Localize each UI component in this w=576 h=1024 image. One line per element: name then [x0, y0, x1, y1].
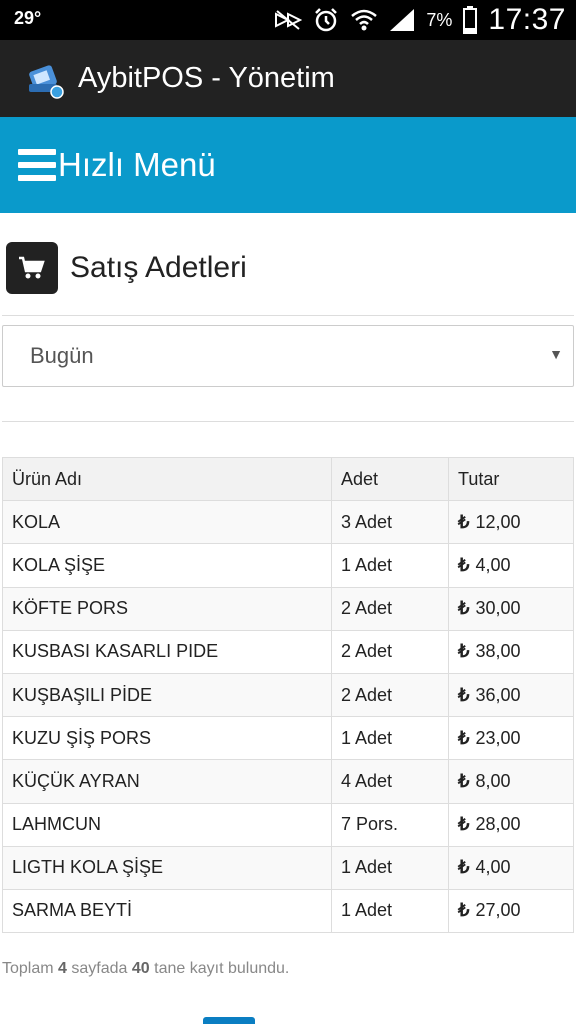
- amount-cell: ₺ 36,00: [448, 672, 574, 718]
- clock-time: 17:37: [488, 3, 566, 36]
- amount-cell: ₺ 30,00: [448, 586, 574, 631]
- quick-menu-title[interactable]: Hızlı Menü: [58, 146, 216, 184]
- quantity-cell: 3 Adet: [331, 500, 449, 545]
- product-name-cell: KÜÇÜK AYRAN: [2, 759, 332, 804]
- amount-value: 38,00: [475, 641, 521, 662]
- column-header-quantity[interactable]: Adet: [331, 456, 449, 502]
- lira-icon: ₺: [458, 814, 470, 835]
- signal-icon: [388, 6, 416, 34]
- table-row[interactable]: KUSBASI KASARLI PIDE 2 Adet ₺ 38,00: [2, 629, 574, 674]
- temperature-text: 29°: [14, 8, 42, 28]
- amount-value: 4,00: [475, 554, 511, 575]
- amount-cell: ₺ 28,00: [448, 802, 574, 847]
- amount-cell: ₺ 4,00: [448, 845, 574, 890]
- lira-icon: ₺: [458, 900, 470, 921]
- quantity-cell: 1 Adet: [331, 716, 449, 761]
- sales-table: Ürün Adı Adet Tutar KOLA 3 Adet ₺ 12,00 KOLA…: [2, 456, 574, 934]
- product-name-cell: KOLA: [2, 500, 332, 545]
- lira-icon: ₺: [458, 770, 470, 791]
- table-row[interactable]: SARMA BEYTİ 1 Adet ₺ 27,00: [2, 888, 574, 934]
- product-name-cell: LAHMCUN: [2, 802, 332, 847]
- status-bar: 29° 7% 17:37: [0, 0, 576, 40]
- amount-cell: ₺ 38,00: [448, 629, 574, 674]
- divider: [2, 421, 574, 422]
- summary-pages: 4: [58, 960, 67, 977]
- amount-cell: ₺ 4,00: [448, 543, 574, 588]
- product-name-cell: KUSBASI KASARLI PIDE: [2, 629, 332, 674]
- dropdown-arrow-icon: ▼: [549, 347, 563, 363]
- quantity-cell: 2 Adet: [331, 629, 449, 674]
- quick-menu-header: Hızlı Menü: [0, 117, 576, 213]
- amount-cell: ₺ 27,00: [448, 888, 574, 934]
- cart-icon: [6, 242, 58, 294]
- battery-percent: 7%: [426, 9, 453, 30]
- lira-icon: ₺: [458, 684, 470, 705]
- amount-value: 28,00: [475, 814, 521, 835]
- date-range-select[interactable]: Bugün ▼: [2, 325, 574, 387]
- table-row[interactable]: KOLA ŞİŞE 1 Adet ₺ 4,00: [2, 543, 574, 588]
- table-row[interactable]: LIGTH KOLA ŞİŞE 1 Adet ₺ 4,00: [2, 845, 574, 890]
- summary-suffix: tane kayıt bulundu.: [154, 960, 290, 977]
- lira-icon: ₺: [458, 511, 470, 532]
- summary-prefix: Toplam: [2, 960, 54, 977]
- amount-cell: ₺ 23,00: [448, 716, 574, 761]
- product-name-cell: KOLA ŞİŞE: [2, 543, 332, 588]
- table-row[interactable]: KUZU ŞİŞ PORS 1 Adet ₺ 23,00: [2, 716, 574, 761]
- lira-icon: ₺: [458, 857, 470, 878]
- amount-value: 30,00: [475, 598, 521, 619]
- nfc-mute-icon: [274, 6, 303, 34]
- quantity-cell: 1 Adet: [331, 888, 449, 934]
- hamburger-icon[interactable]: [18, 149, 56, 181]
- product-name-cell: LIGTH KOLA ŞİŞE: [2, 845, 332, 890]
- amount-value: 12,00: [475, 511, 521, 532]
- amount-value: 23,00: [475, 727, 521, 748]
- app-title: AybitPOS - Yönetim: [78, 62, 335, 94]
- amount-cell: ₺ 8,00: [448, 759, 574, 804]
- battery-icon: [462, 6, 478, 34]
- quantity-cell: 1 Adet: [331, 543, 449, 588]
- product-name-cell: SARMA BEYTİ: [2, 888, 332, 934]
- pos-logo-icon[interactable]: [24, 57, 68, 101]
- amount-value: 8,00: [475, 770, 511, 791]
- quantity-cell: 1 Adet: [331, 845, 449, 890]
- quantity-cell: 4 Adet: [331, 759, 449, 804]
- table-header-row: Ürün Adı Adet Tutar: [2, 456, 574, 502]
- quantity-cell: 7 Pors.: [331, 802, 449, 847]
- wifi-icon: [350, 6, 378, 34]
- date-range-value: Bugün: [30, 343, 94, 368]
- table-row[interactable]: KUŞBAŞILI PİDE 2 Adet ₺ 36,00: [2, 672, 574, 718]
- amount-value: 27,00: [475, 900, 521, 921]
- quantity-cell: 2 Adet: [331, 672, 449, 718]
- alarm-icon: [312, 6, 340, 34]
- column-header-amount[interactable]: Tutar: [448, 456, 574, 502]
- column-header-product[interactable]: Ürün Adı: [2, 456, 332, 502]
- pagination-button[interactable]: [203, 1017, 255, 1024]
- amount-value: 4,00: [475, 857, 511, 878]
- product-name-cell: KÖFTE PORS: [2, 586, 332, 631]
- summary-records: 40: [131, 960, 150, 977]
- table-row[interactable]: KÜÇÜK AYRAN 4 Adet ₺ 8,00: [2, 759, 574, 804]
- lira-icon: ₺: [458, 641, 470, 662]
- divider: [2, 315, 574, 316]
- product-name-cell: KUZU ŞİŞ PORS: [2, 716, 332, 761]
- section-title: Satış Adetleri: [70, 251, 247, 284]
- lira-icon: ₺: [458, 727, 470, 748]
- summary-middle: sayfada: [71, 960, 128, 977]
- amount-cell: ₺ 12,00: [448, 500, 574, 545]
- product-name-cell: KUŞBAŞILI PİDE: [2, 672, 332, 718]
- quantity-cell: 2 Adet: [331, 586, 449, 631]
- record-summary: Toplam 4 sayfada 40 tane kayıt bulundu.: [2, 960, 289, 978]
- lira-icon: ₺: [458, 598, 470, 619]
- amount-value: 36,00: [475, 684, 521, 705]
- table-row[interactable]: KOLA 3 Adet ₺ 12,00: [2, 500, 574, 545]
- table-row[interactable]: LAHMCUN 7 Pors. ₺ 28,00: [2, 802, 574, 847]
- table-row[interactable]: KÖFTE PORS 2 Adet ₺ 30,00: [2, 586, 574, 631]
- section-heading: Satış Adetleri: [6, 242, 247, 294]
- app-bar: AybitPOS - Yönetim: [0, 40, 576, 117]
- lira-icon: ₺: [458, 554, 470, 575]
